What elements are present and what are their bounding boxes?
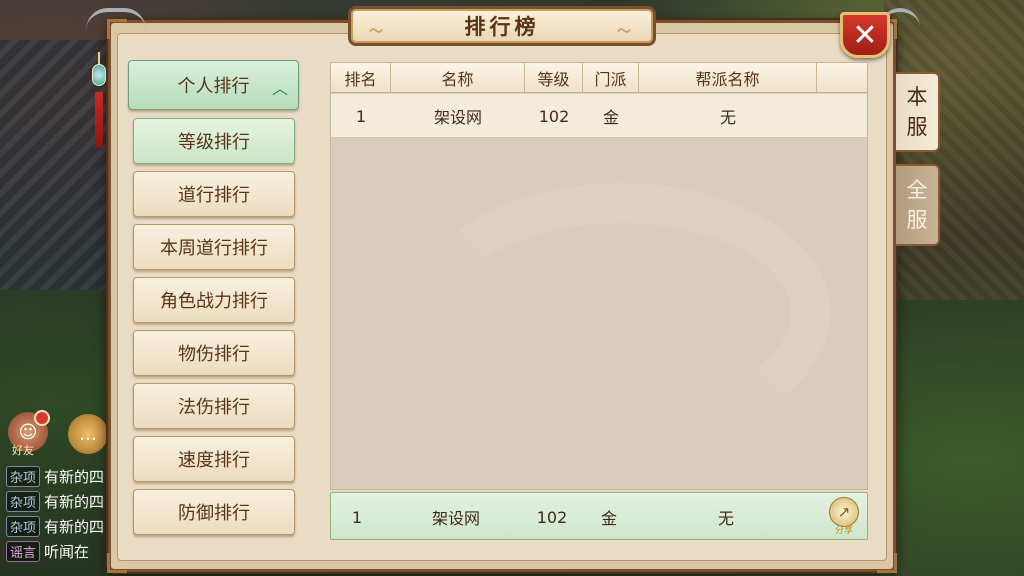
chevron-up-icon: ︿ [271,79,288,98]
my-rank: 1 [351,507,363,527]
column-header-rank: 排名 [331,63,391,93]
cell-level: 102 [538,106,570,126]
chat-bubble-icon[interactable]: … [68,414,108,454]
category-group-personal[interactable]: 个人排行 ︿ [128,60,299,110]
chat-line: 杂项 有新的四 [6,490,104,512]
frame-corner [877,553,897,573]
background-swoosh [411,183,831,443]
close-icon: ✕ [852,17,878,53]
category-magic-damage-rank[interactable]: 法伤排行 [133,383,295,429]
category-label: 个人排行 [177,76,250,97]
table-row[interactable]: 1 架设网 102 金 无 [331,94,867,138]
category-label: 防御排行 [178,503,250,524]
category-level-rank[interactable]: 等级排行 [133,118,295,164]
swirl-ornament-icon: ～ [617,24,635,40]
column-header-school: 门派 [583,63,639,93]
category-weekly-daoxing-rank[interactable]: 本周道行排行 [133,224,295,270]
tab-label: 服 [906,208,928,232]
chat-line: 杂项 有新的四 [6,465,104,487]
category-daoxing-rank[interactable]: 道行排行 [133,171,295,217]
category-physical-damage-rank[interactable]: 物伤排行 [133,330,295,376]
tab-this-server[interactable]: 本 服 [896,72,940,152]
cell-guild: 无 [719,108,736,127]
friend-label: 好友 [12,444,34,457]
chat-line: 杂项 有新的四 [6,515,104,537]
my-level: 102 [536,507,568,527]
cell-name: 架设网 [433,108,482,127]
chat-line: 谣言 听闻在 [6,540,89,562]
chat-tag: 杂项 [6,490,41,512]
chat-text: 有新的四 [44,467,105,486]
category-label: 道行排行 [178,185,250,206]
column-header-guild: 帮派名称 [639,63,817,93]
ranking-table[interactable]: 排名 名称 等级 门派 帮派名称 1 架设网 102 金 无 [330,62,868,490]
swirl-ornament-icon: ～ [369,24,387,40]
tab-label: 服 [906,115,928,139]
category-speed-rank[interactable]: 速度排行 [133,436,295,482]
category-label: 物伤排行 [178,344,250,365]
tab-label: 本 [906,85,928,109]
table-header: 排名 名称 等级 门派 帮派名称 [331,63,867,93]
cell-school: 金 [602,108,619,127]
chat-text: 听闻在 [44,542,90,561]
chat-text: 有新的四 [44,517,105,536]
notification-dot [34,410,50,426]
category-label: 速度排行 [178,450,250,471]
share-label: 分享 [834,525,853,536]
close-button[interactable]: ✕ [840,12,890,58]
category-label: 本周道行排行 [160,238,268,259]
category-label: 等级排行 [178,132,250,153]
panel-title: ～ 排行榜 ～ [348,6,656,46]
chat-tag: 杂项 [6,515,41,537]
chat-text: 有新的四 [44,492,105,511]
category-label: 角色战力排行 [160,291,268,312]
my-name: 架设网 [431,509,480,528]
my-guild: 无 [717,509,734,528]
chat-tag: 杂项 [6,465,41,487]
jade-pendant-ornament [92,52,106,148]
tab-label: 全 [906,178,928,202]
column-header-level: 等级 [525,63,583,93]
chat-tag-rumor: 谣言 [6,540,41,562]
cell-rank: 1 [355,106,367,126]
share-button[interactable]: ↗ 分享 [826,496,862,536]
my-school: 金 [600,509,617,528]
tab-all-servers[interactable]: 全 服 [896,164,940,246]
roof-ornament-left [86,8,146,30]
panel-title-text: 排行榜 [464,15,540,39]
category-defense-rank[interactable]: 防御排行 [133,489,295,535]
category-combat-power-rank[interactable]: 角色战力排行 [133,277,295,323]
my-rank-row: 1 架设网 102 金 无 [330,492,868,540]
category-label: 法伤排行 [178,397,250,418]
column-header-name: 名称 [391,63,525,93]
frame-corner [107,553,127,573]
